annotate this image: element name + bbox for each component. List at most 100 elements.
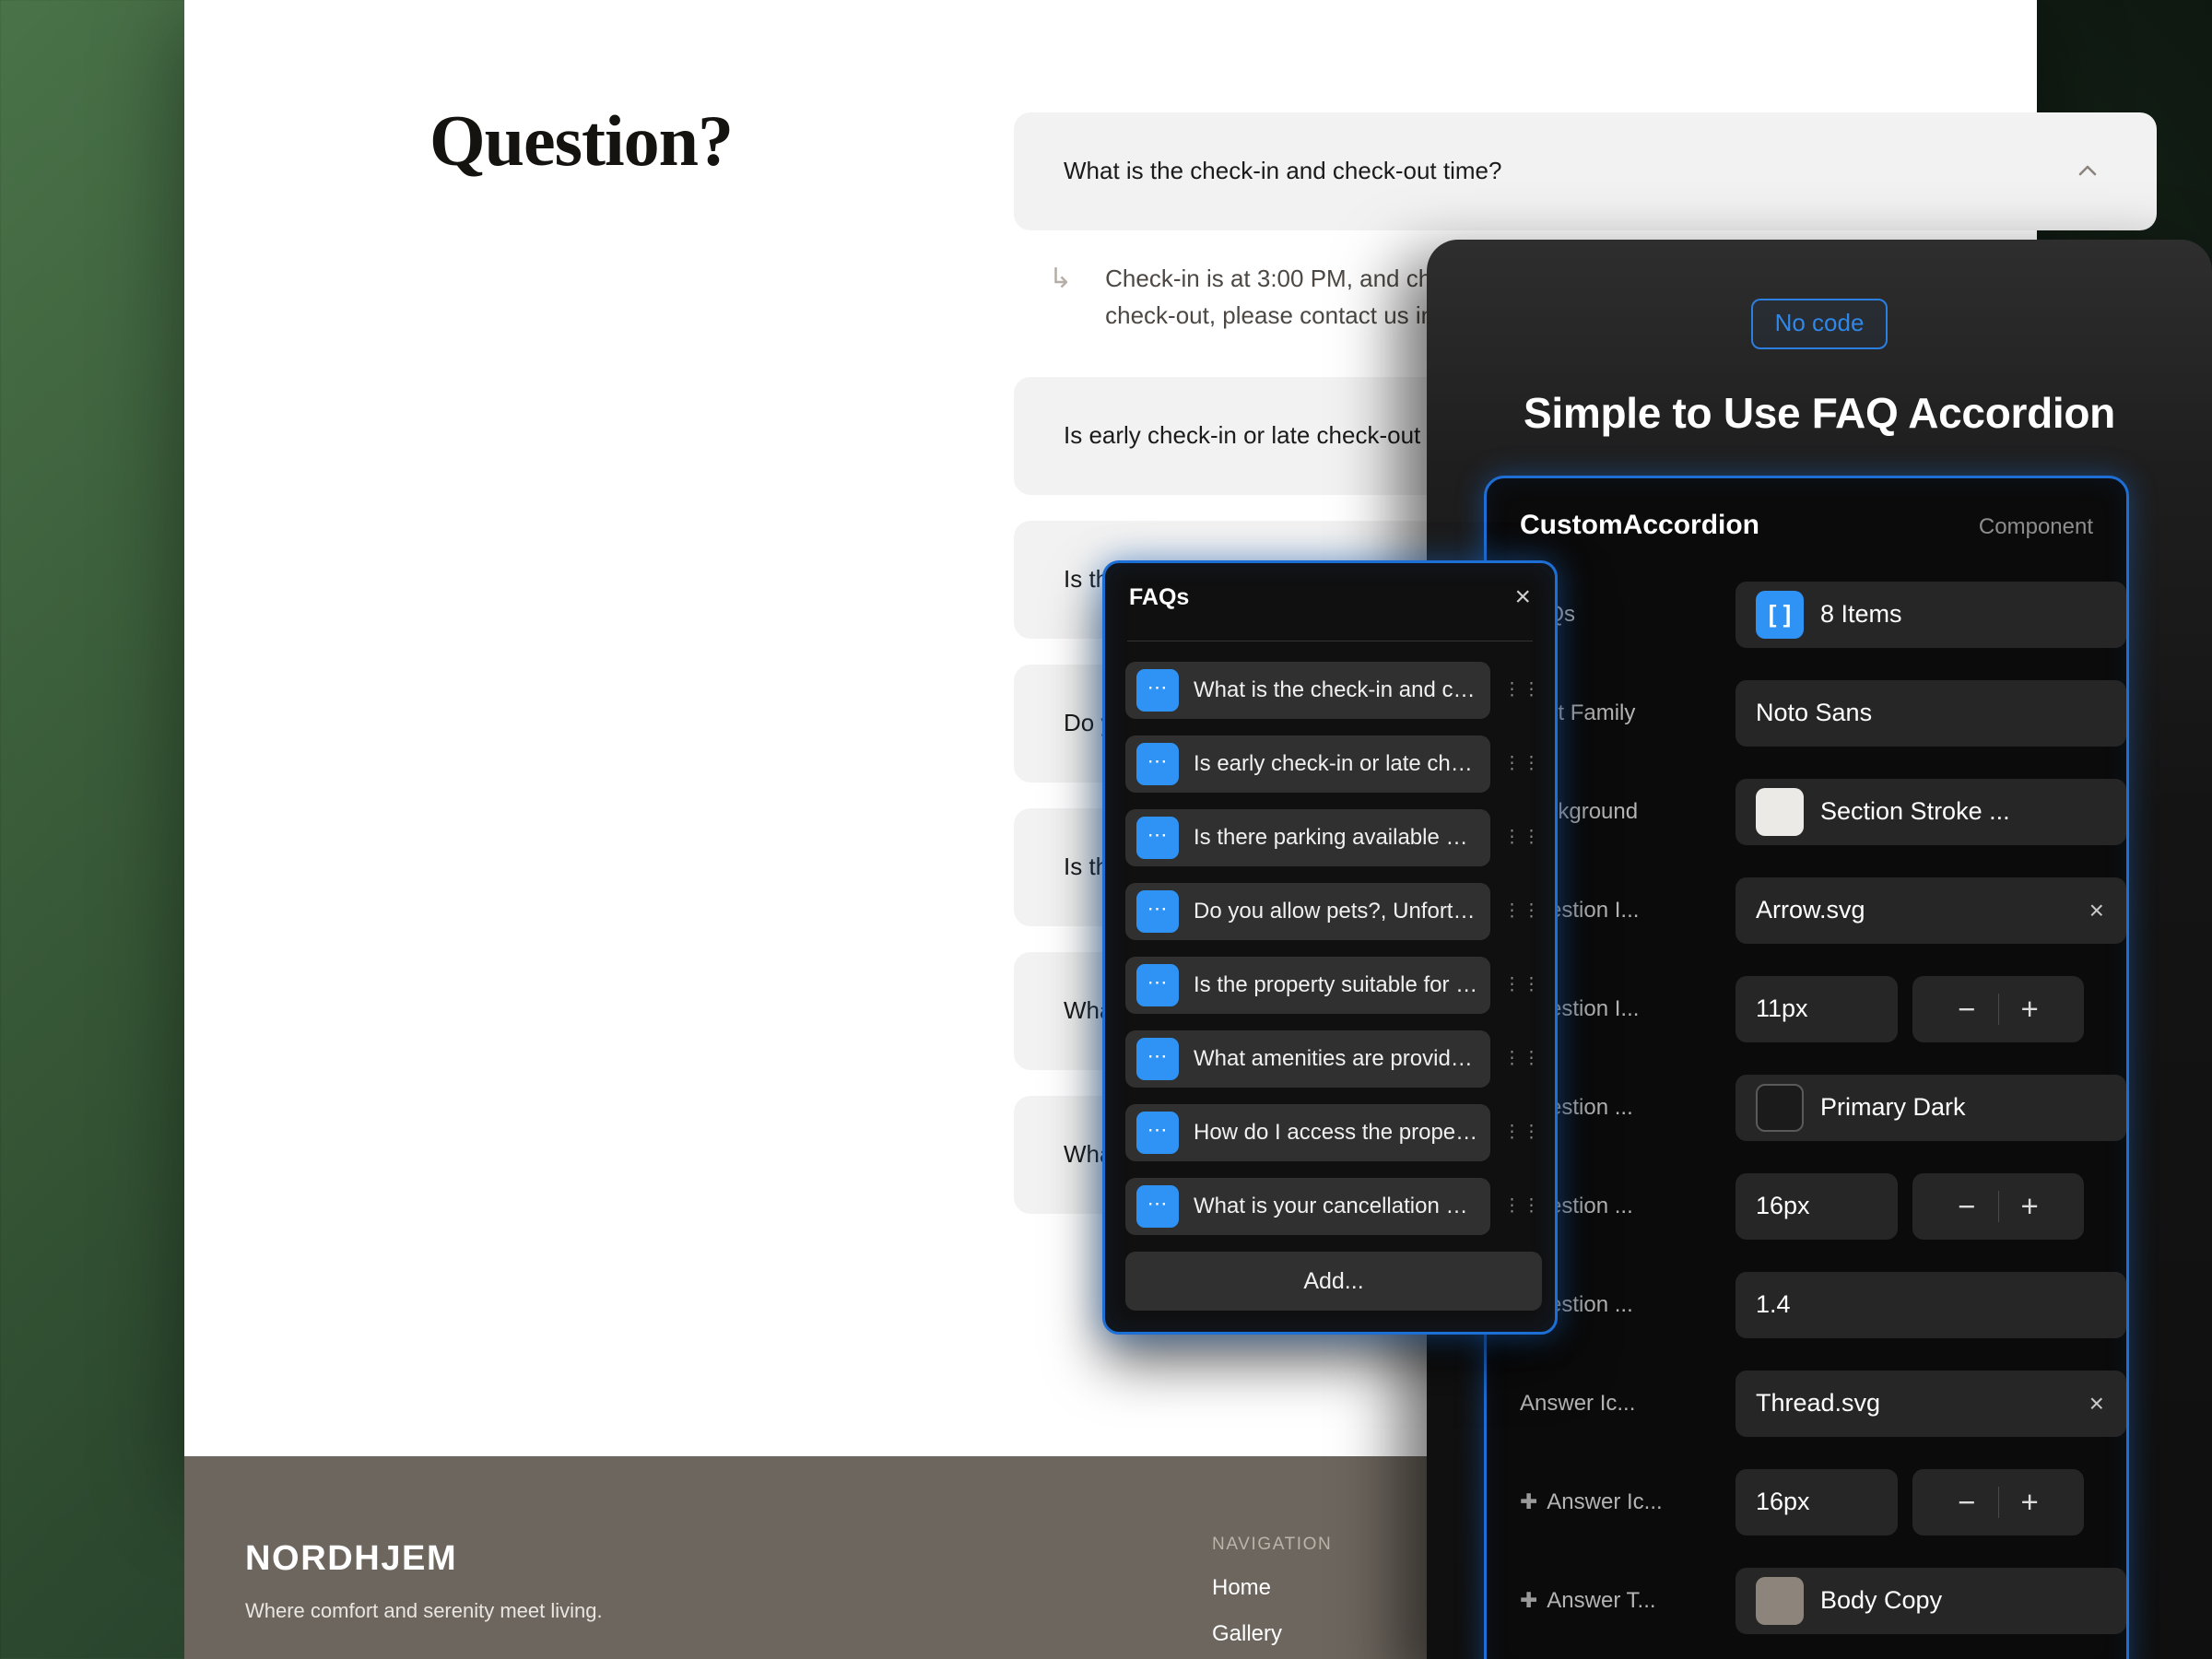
items-field[interactable]: [ ] 8 Items: [1735, 581, 2126, 648]
faqs-item-list: ⋯ What is the check-in and ch... ⋮⋮ ⋯ Is…: [1105, 641, 1555, 1235]
answer-icon-size-stepper[interactable]: − +: [1912, 1468, 2084, 1535]
faq-item-pill[interactable]: ⋯ What is the check-in and ch...: [1125, 662, 1490, 719]
ellipsis-icon: ⋯: [1136, 1112, 1179, 1154]
footer-nav-link-gallery[interactable]: Gallery: [1212, 1621, 1332, 1647]
property-row-question-line-height: Question ... 1.4: [1487, 1255, 2126, 1354]
component-header: CustomAccordion Component: [1487, 478, 2126, 565]
question-color-field[interactable]: Primary Dark: [1735, 1074, 2126, 1141]
footer-nav-link-home[interactable]: Home: [1212, 1575, 1332, 1601]
faq-item-pill[interactable]: ⋯ Is the property suitable for c...: [1125, 957, 1490, 1014]
faq-item-label: How do I access the propert...: [1194, 1120, 1479, 1145]
property-control: 11px − +: [1735, 975, 2126, 1042]
property-row-answer-icon-size: ✚ Answer Ic... 16px − +: [1487, 1453, 2126, 1551]
list-item[interactable]: ⋯ Is early check-in or late chec... ⋮⋮: [1125, 735, 1542, 793]
drag-handle-icon[interactable]: ⋮⋮: [1503, 902, 1542, 920]
drag-handle-icon[interactable]: ⋮⋮: [1503, 681, 1542, 699]
answer-arrow-icon: ↳: [1049, 264, 1073, 294]
faq-item-pill[interactable]: ⋯ What is your cancellation pol...: [1125, 1178, 1490, 1235]
decrement-icon[interactable]: −: [1958, 992, 1975, 1027]
property-label: Answer Ic...: [1520, 1390, 1636, 1416]
drag-handle-icon[interactable]: ⋮⋮: [1503, 1197, 1542, 1215]
faq-item-label: Do you allow pets?, Unfortun...: [1194, 899, 1479, 924]
add-property-icon[interactable]: ✚: [1520, 1590, 1537, 1611]
close-icon[interactable]: ×: [1514, 583, 1531, 611]
faq-item-pill[interactable]: ⋯ Is early check-in or late chec...: [1125, 735, 1490, 793]
property-control: Noto Sans: [1735, 679, 2126, 747]
faq-item-pill[interactable]: ⋯ How do I access the propert...: [1125, 1104, 1490, 1161]
question-icon-size-field[interactable]: 11px: [1735, 975, 1898, 1042]
ellipsis-icon: ⋯: [1136, 817, 1179, 859]
property-row-question-font-size: Question ... 16px − +: [1487, 1157, 2126, 1255]
list-item[interactable]: ⋯ What is your cancellation pol... ⋮⋮: [1125, 1178, 1542, 1235]
color-swatch-icon[interactable]: [1756, 1576, 1804, 1625]
list-item[interactable]: ⋯ What amenities are provided... ⋮⋮: [1125, 1030, 1542, 1088]
drag-handle-icon[interactable]: ⋮⋮: [1503, 1050, 1542, 1067]
faq-item-label: What amenities are provided...: [1194, 1046, 1479, 1071]
question-font-size-stepper[interactable]: − +: [1912, 1172, 2084, 1240]
footer-nav-title: NAVIGATION: [1212, 1535, 1333, 1554]
ellipsis-icon: ⋯: [1136, 743, 1179, 785]
question-icon-size-stepper[interactable]: − +: [1912, 975, 2084, 1042]
property-row-faqs: FAQs [ ] 8 Items: [1487, 565, 2126, 664]
drag-handle-icon[interactable]: ⋮⋮: [1503, 976, 1542, 994]
answer-icon-field[interactable]: Thread.svg ×: [1735, 1370, 2126, 1437]
question-line-height-value: 1.4: [1756, 1290, 1791, 1318]
faqs-modal: FAQs × ⋯ What is the check-in and ch... …: [1102, 560, 1558, 1335]
component-property-card: CustomAccordion Component FAQs [ ] 8 Ite…: [1484, 476, 2129, 1659]
list-item[interactable]: ⋯ How do I access the propert... ⋮⋮: [1125, 1104, 1542, 1161]
property-row-answer-text-color: ✚ Answer T... Body Copy: [1487, 1551, 2126, 1650]
clear-icon[interactable]: ×: [2089, 896, 2104, 925]
stepper-divider: [1997, 1190, 1999, 1222]
answer-icon-size-field[interactable]: 16px: [1735, 1468, 1898, 1535]
accordion-header[interactable]: What is the check-in and check-out time?: [1014, 112, 2157, 230]
question-color-value: Primary Dark: [1820, 1093, 1966, 1121]
list-item[interactable]: ⋯ Is there parking available on ... ⋮⋮: [1125, 809, 1542, 866]
add-property-icon[interactable]: ✚: [1520, 1491, 1537, 1512]
page-title: Question?: [429, 100, 734, 181]
question-icon-value: Arrow.svg: [1756, 896, 1865, 924]
faq-item-pill[interactable]: ⋯ Is there parking available on ...: [1125, 809, 1490, 866]
answer-text-color-field[interactable]: Body Copy: [1735, 1567, 2126, 1634]
question-font-size-value: 16px: [1756, 1192, 1810, 1219]
property-row-font-family: Font Family Noto Sans: [1487, 664, 2126, 762]
question-font-size-field[interactable]: 16px: [1735, 1172, 1898, 1240]
question-line-height-field[interactable]: 1.4: [1735, 1271, 2126, 1338]
add-faq-button[interactable]: Add...: [1125, 1252, 1542, 1311]
faq-item-pill[interactable]: ⋯ What amenities are provided...: [1125, 1030, 1490, 1088]
question-icon-field[interactable]: Arrow.svg ×: [1735, 877, 2126, 944]
property-control: 16px − +: [1735, 1468, 2126, 1535]
clear-icon[interactable]: ×: [2089, 1389, 2104, 1418]
property-label: ✚ Answer T...: [1520, 1588, 1719, 1614]
question-icon-size-value: 11px: [1756, 994, 1808, 1022]
chevron-up-icon[interactable]: [2076, 159, 2100, 183]
drag-handle-icon[interactable]: ⋮⋮: [1503, 755, 1542, 772]
color-swatch-icon[interactable]: [1756, 787, 1804, 836]
font-family-value: Noto Sans: [1756, 699, 1873, 726]
background-field[interactable]: Section Stroke ...: [1735, 778, 2126, 845]
list-item[interactable]: ⋯ Do you allow pets?, Unfortun... ⋮⋮: [1125, 883, 1542, 940]
increment-icon[interactable]: +: [2021, 1485, 2039, 1520]
property-row-question-icon-size: Question I... 11px − +: [1487, 959, 2126, 1058]
drag-handle-icon[interactable]: ⋮⋮: [1503, 1124, 1542, 1141]
faq-item-label: What is your cancellation pol...: [1194, 1194, 1479, 1218]
increment-icon[interactable]: +: [2021, 1189, 2039, 1224]
font-family-field[interactable]: Noto Sans: [1735, 679, 2126, 747]
ellipsis-icon: ⋯: [1136, 669, 1179, 712]
property-control: Thread.svg ×: [1735, 1370, 2126, 1437]
color-swatch-icon[interactable]: [1756, 1083, 1804, 1132]
faq-item-pill[interactable]: ⋯ Do you allow pets?, Unfortun...: [1125, 883, 1490, 940]
property-row-answer-icon: Answer Ic... Thread.svg ×: [1487, 1354, 2126, 1453]
list-item[interactable]: ⋯ Is the property suitable for c... ⋮⋮: [1125, 957, 1542, 1014]
increment-icon[interactable]: +: [2021, 992, 2039, 1027]
array-icon: [ ]: [1756, 590, 1804, 639]
no-code-badge: No code: [1750, 299, 1888, 349]
faqs-modal-title: FAQs: [1129, 583, 1190, 610]
drag-handle-icon[interactable]: ⋮⋮: [1503, 829, 1542, 846]
decrement-icon[interactable]: −: [1958, 1189, 1975, 1224]
property-label: ✚ Answer Ic...: [1520, 1489, 1719, 1515]
list-item[interactable]: ⋯ What is the check-in and ch... ⋮⋮: [1125, 662, 1542, 719]
decrement-icon[interactable]: −: [1958, 1485, 1975, 1520]
property-control: 1.4: [1735, 1271, 2126, 1338]
faq-item-label: Is there parking available on ...: [1194, 825, 1479, 850]
property-control: Primary Dark: [1735, 1074, 2126, 1141]
